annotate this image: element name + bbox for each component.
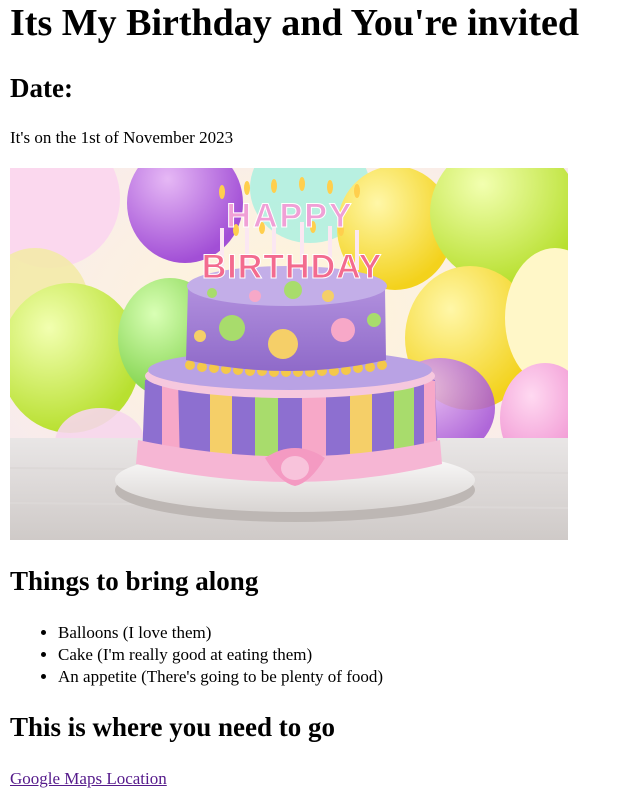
list-item: Cake (I'm really good at eating them) [58, 644, 383, 666]
invitation-page: Its My Birthday and You're invited Date:… [0, 0, 619, 808]
date-heading: Date: [10, 73, 73, 103]
bring-list: Balloons (I love them) Cake (I'm really … [18, 622, 383, 688]
date-text: It's on the 1st of November 2023 [10, 128, 234, 147]
list-item: Balloons (I love them) [58, 622, 383, 644]
cake-topper-birthday: BIRTHDAY [202, 248, 383, 286]
page-title: Its My Birthday and You're invited [10, 2, 580, 44]
cake-topper-happy: HAPPY [226, 197, 353, 235]
bring-heading: Things to bring along [10, 566, 259, 596]
where-heading: This is where you need to go [10, 712, 336, 742]
birthday-cake-image: HAPPY BIRTHDAY [10, 168, 568, 540]
google-maps-link[interactable]: Google Maps Location [10, 769, 167, 789]
list-item: An appetite (There's going to be plenty … [58, 666, 383, 688]
